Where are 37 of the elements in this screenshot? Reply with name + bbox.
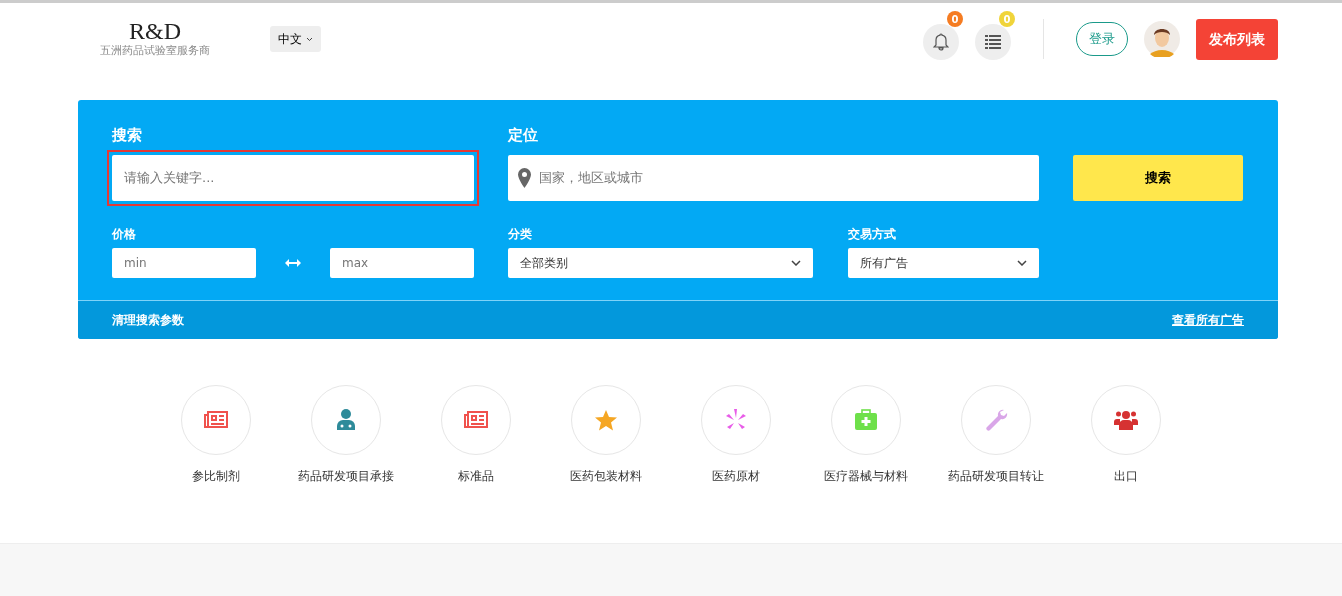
list-button[interactable] xyxy=(975,24,1011,60)
logo[interactable]: R&D xyxy=(129,18,181,43)
publish-button[interactable]: 发布列表 xyxy=(1196,18,1278,60)
tagline: 五洲药品试验室服务商 xyxy=(100,42,210,59)
trade-type-select[interactable]: 所有广告 xyxy=(848,247,1039,278)
field-label: 分类 xyxy=(508,225,533,243)
chevron-down-icon xyxy=(1017,259,1027,266)
keyword-input[interactable]: 请输入关键字... xyxy=(112,154,474,201)
avatar[interactable] xyxy=(1144,21,1180,57)
category-label[interactable]: 医药包装材料 xyxy=(570,466,642,485)
category-label[interactable]: 药品研发项目转让 xyxy=(948,466,1044,485)
category-label[interactable]: 参比制剂 xyxy=(192,466,240,485)
category-select[interactable]: 全部类别 xyxy=(508,247,813,278)
list-icon xyxy=(985,35,1001,49)
count-badge: 0 xyxy=(999,11,1015,27)
min-price-input[interactable]: min xyxy=(112,247,256,278)
location-field[interactable]: 国家，地区或城市 xyxy=(508,154,1039,201)
category-label[interactable]: 医药原材 xyxy=(712,466,760,485)
category-label[interactable]: 医疗器械与材料 xyxy=(824,466,908,485)
map-pin-icon xyxy=(518,167,531,188)
chevron-down-icon xyxy=(305,37,313,42)
language-dropdown[interactable]: 中文 xyxy=(270,26,321,52)
field-label: 价格 xyxy=(112,225,137,243)
field-label: 定位 xyxy=(508,125,539,146)
search-button[interactable]: 搜索 xyxy=(1073,154,1243,201)
bell-icon xyxy=(933,33,949,51)
login-button[interactable]: 登录 xyxy=(1076,22,1128,56)
notifications-button[interactable] xyxy=(923,24,959,60)
category-label[interactable]: 出口 xyxy=(1114,466,1138,485)
range-arrow-icon xyxy=(285,258,301,267)
field-label: 交易方式 xyxy=(848,225,897,243)
max-price-input[interactable]: max xyxy=(330,247,474,278)
count-badge: 0 xyxy=(947,11,963,27)
category-label[interactable]: 药品研发项目承接 xyxy=(298,466,394,485)
field-label: 搜索 xyxy=(112,125,143,146)
category-label[interactable]: 标准品 xyxy=(458,466,494,485)
chevron-down-icon xyxy=(791,259,801,266)
